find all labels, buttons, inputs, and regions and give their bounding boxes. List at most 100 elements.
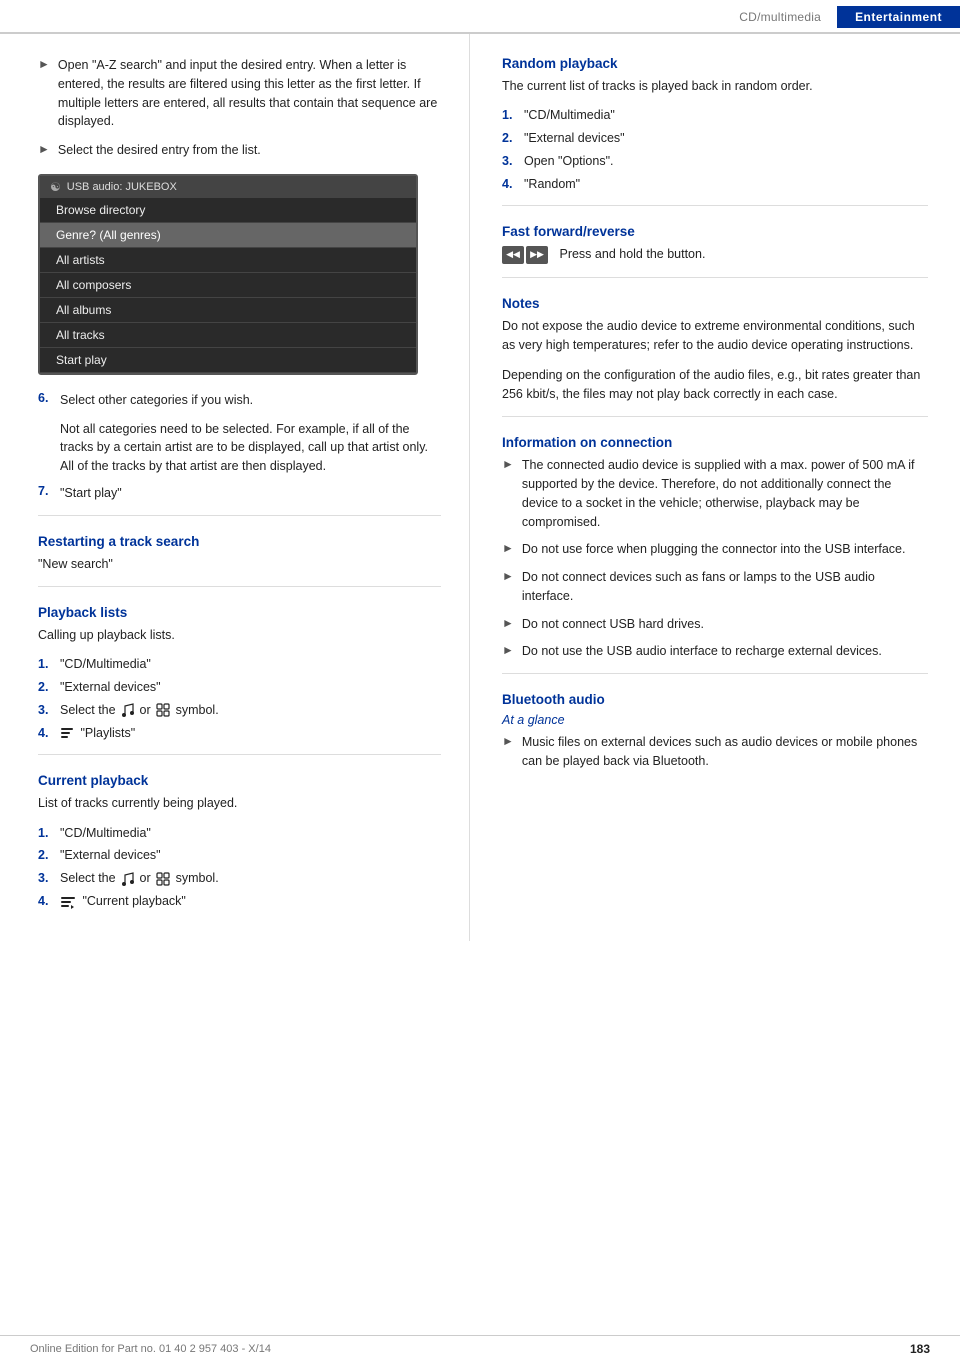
rp-step-3-text: Open "Options". — [524, 152, 613, 171]
pl-step-4: 4. "Playlists" — [38, 724, 441, 743]
usb-menu-artists: All artists — [40, 248, 416, 273]
bt-text-1: Music files on external devices such as … — [522, 733, 928, 771]
rp-step-2-text: "External devices" — [524, 129, 625, 148]
conn-arrow-5: ► — [502, 643, 514, 657]
pl-step-2-num: 2. — [38, 678, 60, 697]
cp-step-4-text: "Current playback" — [60, 892, 186, 911]
usb-title-bar: ☯ USB audio: JUKEBOX — [40, 176, 416, 198]
rp-step-4: 4. "Random" — [502, 175, 928, 194]
section-at-a-glance: At a glance — [502, 713, 928, 727]
right-column: Random playback The current list of trac… — [470, 34, 960, 941]
section-notes: Notes — [502, 296, 928, 311]
conn-arrow-1: ► — [502, 457, 514, 471]
bullet-arrow-2: ► — [38, 142, 50, 156]
bt-arrow-1: ► — [502, 734, 514, 748]
pl-step-2-text: "External devices" — [60, 678, 161, 697]
conn-text-3: Do not connect devices such as fans or l… — [522, 568, 928, 606]
rp-step-2: 2. "External devices" — [502, 129, 928, 148]
bullet-text-2: Select the desired entry from the list. — [58, 141, 261, 160]
pl-step-4-text: "Playlists" — [60, 724, 135, 743]
current-playback-intro: List of tracks currently being played. — [38, 794, 441, 813]
cp-step-1-num: 1. — [38, 824, 60, 843]
playback-lists-steps: 1. "CD/Multimedia" 2. "External devices"… — [38, 655, 441, 742]
grid-icon-2 — [156, 872, 170, 886]
section-restarting: Restarting a track search — [38, 534, 441, 549]
conn-text-2: Do not use force when plugging the conne… — [522, 540, 906, 559]
pl-step-1-num: 1. — [38, 655, 60, 674]
usb-screenshot-box: ☯ USB audio: JUKEBOX Browse directory Ge… — [38, 174, 418, 375]
step-6-num: 6. — [38, 391, 60, 405]
conn-bullet-5: ► Do not use the USB audio interface to … — [502, 642, 928, 661]
section-playback-lists: Playback lists — [38, 605, 441, 620]
pl-step-4-num: 4. — [38, 724, 60, 743]
cp-step-2: 2. "External devices" — [38, 846, 441, 865]
conn-bullet-3: ► Do not connect devices such as fans or… — [502, 568, 928, 606]
step-7-label: "Start play" — [60, 484, 122, 503]
rp-step-2-num: 2. — [502, 129, 524, 148]
step-6-body: Not all categories need to be selected. … — [60, 420, 441, 476]
bullet-text-1: Open "A-Z search" and input the desired … — [58, 56, 441, 131]
ff-icons: ◀◀ ▶▶ — [502, 246, 548, 264]
conn-arrow-3: ► — [502, 569, 514, 583]
random-playback-body: The current list of tracks is played bac… — [502, 77, 928, 96]
rp-step-3: 3. Open "Options". — [502, 152, 928, 171]
notes-body-1: Do not expose the audio device to extrem… — [502, 317, 928, 356]
rp-step-1: 1. "CD/Multimedia" — [502, 106, 928, 125]
divider-r4 — [502, 673, 928, 674]
rp-step-1-text: "CD/Multimedia" — [524, 106, 615, 125]
rp-step-4-num: 4. — [502, 175, 524, 194]
music-note-icon-2 — [121, 871, 134, 887]
usb-menu-composers: All composers — [40, 273, 416, 298]
usb-icon: ☯ — [50, 180, 61, 194]
divider-r3 — [502, 416, 928, 417]
header-section-label: Entertainment — [837, 6, 960, 28]
step-6-label: Select other categories if you wish. — [60, 391, 253, 410]
pl-step-3-num: 3. — [38, 701, 60, 720]
section-bluetooth: Bluetooth audio — [502, 692, 928, 707]
grid-icon-1 — [156, 703, 170, 717]
section-info-connection: Information on connection — [502, 435, 928, 450]
divider-1 — [38, 515, 441, 516]
left-column: ► Open "A-Z search" and input the desire… — [0, 34, 470, 941]
step-7-num: 7. — [38, 484, 60, 498]
current-playback-icon — [60, 895, 76, 909]
usb-title-text: USB audio: JUKEBOX — [67, 181, 177, 193]
divider-r1 — [502, 205, 928, 206]
bt-bullet-1: ► Music files on external devices such a… — [502, 733, 928, 771]
section-current-playback: Current playback — [38, 773, 441, 788]
divider-r2 — [502, 277, 928, 278]
rp-step-3-num: 3. — [502, 152, 524, 171]
footer-text: Online Edition for Part no. 01 40 2 957 … — [30, 1343, 271, 1355]
bullet-arrow-1: ► — [38, 57, 50, 71]
rp-step-1-num: 1. — [502, 106, 524, 125]
fastforward-button-icon: ▶▶ — [526, 246, 548, 264]
step-6-item: 6. Select other categories if you wish. — [38, 391, 441, 410]
pl-step-1: 1. "CD/Multimedia" — [38, 655, 441, 674]
conn-bullet-1: ► The connected audio device is supplied… — [502, 456, 928, 531]
music-note-icon-1 — [121, 702, 134, 718]
cp-step-1-text: "CD/Multimedia" — [60, 824, 151, 843]
conn-arrow-4: ► — [502, 616, 514, 630]
playlist-icon — [60, 726, 74, 740]
header-cd-label: CD/multimedia — [739, 10, 837, 24]
page-header: CD/multimedia Entertainment — [0, 0, 960, 34]
page-footer: Online Edition for Part no. 01 40 2 957 … — [0, 1335, 960, 1362]
fast-forward-body: ◀◀ ▶▶ Press and hold the button. — [502, 245, 928, 264]
pl-step-2: 2. "External devices" — [38, 678, 441, 697]
fast-forward-text: Press and hold the button. — [559, 247, 705, 261]
divider-2 — [38, 586, 441, 587]
current-playback-steps: 1. "CD/Multimedia" 2. "External devices"… — [38, 824, 441, 911]
cp-step-4: 4. "Current playback" — [38, 892, 441, 911]
divider-3 — [38, 754, 441, 755]
random-playback-steps: 1. "CD/Multimedia" 2. "External devices"… — [502, 106, 928, 193]
notes-body-2: Depending on the configuration of the au… — [502, 366, 928, 405]
usb-menu-albums: All albums — [40, 298, 416, 323]
rp-step-4-text: "Random" — [524, 175, 580, 194]
pl-step-3-text: Select the or symbo — [60, 701, 219, 720]
cp-step-3-text: Select the or symbo — [60, 869, 219, 888]
cp-step-2-num: 2. — [38, 846, 60, 865]
pl-step-1-text: "CD/Multimedia" — [60, 655, 151, 674]
playback-lists-intro: Calling up playback lists. — [38, 626, 441, 645]
usb-menu-genre: Genre? (All genres) — [40, 223, 416, 248]
rewind-button-icon: ◀◀ — [502, 246, 524, 264]
